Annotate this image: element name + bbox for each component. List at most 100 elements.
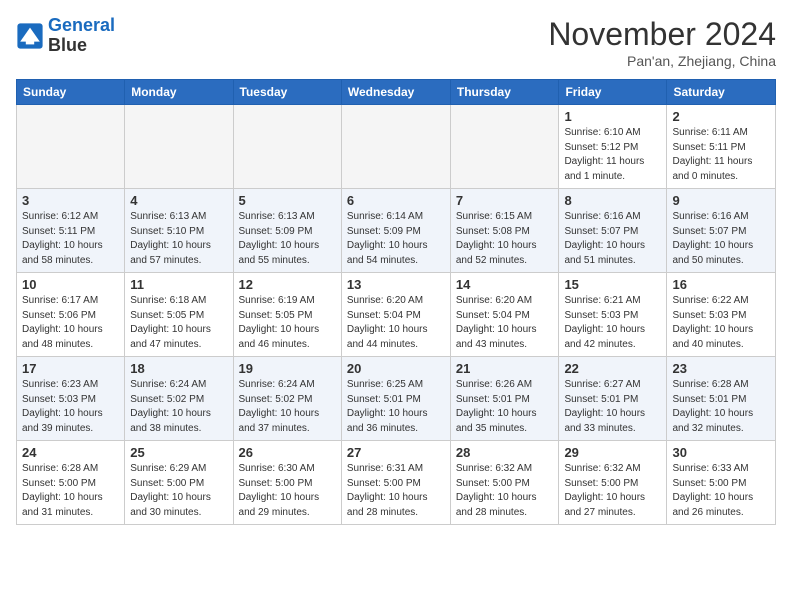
weekday-header-row: SundayMondayTuesdayWednesdayThursdayFrid… — [17, 80, 776, 105]
calendar-table: SundayMondayTuesdayWednesdayThursdayFrid… — [16, 79, 776, 525]
calendar-cell: 5Sunrise: 6:13 AM Sunset: 5:09 PM Daylig… — [233, 189, 341, 273]
day-info: Sunrise: 6:24 AM Sunset: 5:02 PM Dayligh… — [130, 378, 227, 436]
calendar-cell: 10 Sunrise: 6:17 AM Sunset: 5:06 PM Dayli… — [17, 273, 125, 357]
calendar-cell: 29 Sunrise: 6:32 AM Sunset: 5:00 PM Dayli… — [559, 441, 667, 525]
day-info: Sunrise: 6:30 AM Sunset: 5:00 PM Dayligh… — [239, 462, 336, 520]
day-number: 17 — [22, 361, 119, 376]
calendar-cell: 24 Sunrise: 6:28 AM Sunset: 5:00 PM Dayli… — [17, 441, 125, 525]
calendar-cell — [125, 105, 233, 189]
title-block: November 2024 Pan'an, Zhejiang, China — [548, 16, 776, 69]
day-info: Sunrise: 6:11 AM Sunset: 5:11 PM Dayligh… — [672, 126, 770, 184]
day-number: 24 — [22, 445, 119, 460]
page-header: General Blue November 2024 Pan'an, Zheji… — [16, 16, 776, 69]
day-info: Sunrise: 6:19 AM Sunset: 5:05 PM Dayligh… — [239, 294, 336, 352]
day-number: 27 — [347, 445, 445, 460]
logo-text: General Blue — [48, 16, 115, 56]
calendar-cell — [17, 105, 125, 189]
day-info: Sunrise: 6:21 AM Sunset: 5:03 PM Dayligh… — [564, 294, 661, 352]
day-number: 2 — [672, 109, 770, 124]
calendar-cell — [233, 105, 341, 189]
day-info: Sunrise: 6:20 AM Sunset: 5:04 PM Dayligh… — [456, 294, 554, 352]
day-number: 4 — [130, 193, 227, 208]
day-info: Sunrise: 6:28 AM Sunset: 5:01 PM Dayligh… — [672, 378, 770, 436]
weekday-header-wednesday: Wednesday — [341, 80, 450, 105]
logo-line2: Blue — [48, 36, 115, 56]
logo: General Blue — [16, 16, 115, 56]
day-info: Sunrise: 6:22 AM Sunset: 5:03 PM Dayligh… — [672, 294, 770, 352]
day-number: 13 — [347, 277, 445, 292]
day-info: Sunrise: 6:13 AM Sunset: 5:09 PM Dayligh… — [239, 210, 336, 268]
day-number: 9 — [672, 193, 770, 208]
weekday-header-friday: Friday — [559, 80, 667, 105]
week-row-1: 1Sunrise: 6:10 AM Sunset: 5:12 PM Daylig… — [17, 105, 776, 189]
day-number: 26 — [239, 445, 336, 460]
day-info: Sunrise: 6:28 AM Sunset: 5:00 PM Dayligh… — [22, 462, 119, 520]
week-row-5: 24 Sunrise: 6:28 AM Sunset: 5:00 PM Dayli… — [17, 441, 776, 525]
calendar-cell: 11 Sunrise: 6:18 AM Sunset: 5:05 PM Dayli… — [125, 273, 233, 357]
day-number: 15 — [564, 277, 661, 292]
day-number: 18 — [130, 361, 227, 376]
day-info: Sunrise: 6:18 AM Sunset: 5:05 PM Dayligh… — [130, 294, 227, 352]
calendar-cell: 1Sunrise: 6:10 AM Sunset: 5:12 PM Daylig… — [559, 105, 667, 189]
day-number: 16 — [672, 277, 770, 292]
calendar-cell: 2 Sunrise: 6:11 AM Sunset: 5:11 PM Daylig… — [667, 105, 776, 189]
calendar-cell: 21Sunrise: 6:26 AM Sunset: 5:01 PM Dayli… — [450, 357, 559, 441]
calendar-cell: 14 Sunrise: 6:20 AM Sunset: 5:04 PM Dayli… — [450, 273, 559, 357]
calendar-cell: 30Sunrise: 6:33 AM Sunset: 5:00 PM Dayli… — [667, 441, 776, 525]
calendar-cell: 18 Sunrise: 6:24 AM Sunset: 5:02 PM Dayli… — [125, 357, 233, 441]
day-info: Sunrise: 6:25 AM Sunset: 5:01 PM Dayligh… — [347, 378, 445, 436]
calendar-cell: 27Sunrise: 6:31 AM Sunset: 5:00 PM Dayli… — [341, 441, 450, 525]
day-number: 8 — [564, 193, 661, 208]
calendar-cell: 16 Sunrise: 6:22 AM Sunset: 5:03 PM Dayli… — [667, 273, 776, 357]
logo-line1: General — [48, 15, 115, 35]
day-number: 20 — [347, 361, 445, 376]
day-info: Sunrise: 6:17 AM Sunset: 5:06 PM Dayligh… — [22, 294, 119, 352]
day-number: 6 — [347, 193, 445, 208]
week-row-2: 3 Sunrise: 6:12 AM Sunset: 5:11 PM Daylig… — [17, 189, 776, 273]
day-info: Sunrise: 6:16 AM Sunset: 5:07 PM Dayligh… — [564, 210, 661, 268]
weekday-header-sunday: Sunday — [17, 80, 125, 105]
day-number: 29 — [564, 445, 661, 460]
calendar-cell: 9 Sunrise: 6:16 AM Sunset: 5:07 PM Daylig… — [667, 189, 776, 273]
month-title: November 2024 — [548, 16, 776, 53]
day-number: 21 — [456, 361, 554, 376]
day-info: Sunrise: 6:27 AM Sunset: 5:01 PM Dayligh… — [564, 378, 661, 436]
calendar-cell: 19 Sunrise: 6:24 AM Sunset: 5:02 PM Dayli… — [233, 357, 341, 441]
day-info: Sunrise: 6:15 AM Sunset: 5:08 PM Dayligh… — [456, 210, 554, 268]
day-number: 19 — [239, 361, 336, 376]
day-info: Sunrise: 6:14 AM Sunset: 5:09 PM Dayligh… — [347, 210, 445, 268]
calendar-cell: 8 Sunrise: 6:16 AM Sunset: 5:07 PM Daylig… — [559, 189, 667, 273]
day-number: 23 — [672, 361, 770, 376]
day-number: 14 — [456, 277, 554, 292]
day-info: Sunrise: 6:13 AM Sunset: 5:10 PM Dayligh… — [130, 210, 227, 268]
calendar-cell — [341, 105, 450, 189]
day-info: Sunrise: 6:32 AM Sunset: 5:00 PM Dayligh… — [456, 462, 554, 520]
day-number: 3 — [22, 193, 119, 208]
day-info: Sunrise: 6:32 AM Sunset: 5:00 PM Dayligh… — [564, 462, 661, 520]
day-info: Sunrise: 6:24 AM Sunset: 5:02 PM Dayligh… — [239, 378, 336, 436]
day-number: 7 — [456, 193, 554, 208]
calendar-cell: 15 Sunrise: 6:21 AM Sunset: 5:03 PM Dayli… — [559, 273, 667, 357]
calendar-cell: 3 Sunrise: 6:12 AM Sunset: 5:11 PM Daylig… — [17, 189, 125, 273]
calendar-cell: 13 Sunrise: 6:20 AM Sunset: 5:04 PM Dayli… — [341, 273, 450, 357]
calendar-cell: 12Sunrise: 6:19 AM Sunset: 5:05 PM Dayli… — [233, 273, 341, 357]
calendar-cell: 17Sunrise: 6:23 AM Sunset: 5:03 PM Dayli… — [17, 357, 125, 441]
calendar-cell: 23 Sunrise: 6:28 AM Sunset: 5:01 PM Dayli… — [667, 357, 776, 441]
day-info: Sunrise: 6:12 AM Sunset: 5:11 PM Dayligh… — [22, 210, 119, 268]
day-number: 28 — [456, 445, 554, 460]
calendar-cell — [450, 105, 559, 189]
day-info: Sunrise: 6:16 AM Sunset: 5:07 PM Dayligh… — [672, 210, 770, 268]
day-info: Sunrise: 6:29 AM Sunset: 5:00 PM Dayligh… — [130, 462, 227, 520]
weekday-header-tuesday: Tuesday — [233, 80, 341, 105]
day-number: 11 — [130, 277, 227, 292]
day-number: 22 — [564, 361, 661, 376]
calendar-cell: 22 Sunrise: 6:27 AM Sunset: 5:01 PM Dayli… — [559, 357, 667, 441]
day-number: 10 — [22, 277, 119, 292]
calendar-cell: 4 Sunrise: 6:13 AM Sunset: 5:10 PM Daylig… — [125, 189, 233, 273]
calendar-cell: 6 Sunrise: 6:14 AM Sunset: 5:09 PM Daylig… — [341, 189, 450, 273]
day-info: Sunrise: 6:33 AM Sunset: 5:00 PM Dayligh… — [672, 462, 770, 520]
logo-icon — [16, 22, 44, 50]
week-row-4: 17Sunrise: 6:23 AM Sunset: 5:03 PM Dayli… — [17, 357, 776, 441]
calendar-cell: 25Sunrise: 6:29 AM Sunset: 5:00 PM Dayli… — [125, 441, 233, 525]
day-info: Sunrise: 6:20 AM Sunset: 5:04 PM Dayligh… — [347, 294, 445, 352]
